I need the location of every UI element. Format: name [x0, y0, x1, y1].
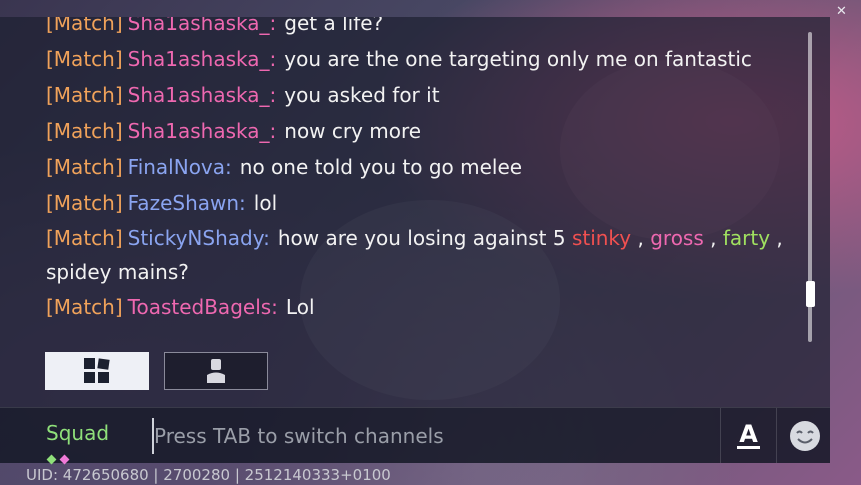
message-text: get a life?: [284, 17, 384, 35]
font-style-icon: A: [737, 420, 760, 449]
username-separator: :: [269, 17, 277, 35]
message-text: stinky: [571, 226, 632, 250]
chat-message: [Match] FazeShawn: lol: [46, 185, 786, 221]
username[interactable]: FinalNova: [128, 155, 225, 179]
username[interactable]: Sha1ashaska_: [128, 47, 270, 71]
username[interactable]: Sha1ashaska_: [128, 17, 270, 35]
username[interactable]: StickyNShady: [128, 226, 263, 250]
username-separator: :: [269, 47, 277, 71]
smiley-icon: [789, 420, 820, 451]
username[interactable]: ToastedBagels: [128, 295, 272, 319]
username[interactable]: FazeShawn: [128, 191, 239, 215]
channel-tag: [Match]: [46, 17, 123, 35]
channel-tag: [Match]: [46, 83, 123, 107]
username[interactable]: Sha1ashaska_: [128, 83, 270, 107]
message-text: lol: [253, 191, 278, 215]
message-text: no one told you to go melee: [239, 155, 523, 179]
username[interactable]: Sha1ashaska_: [128, 119, 270, 143]
corner-icon[interactable]: ✕: [836, 4, 847, 19]
message-text: you asked for it: [284, 83, 440, 107]
chat-message: [Match] Sha1ashaska_: get a life?: [46, 17, 786, 41]
tab-grid[interactable]: [45, 352, 149, 390]
channel-selector[interactable]: Squad: [46, 421, 109, 445]
message-text: ,: [703, 226, 723, 250]
message-text: you are the one targeting only me on fan…: [284, 47, 752, 71]
channel-tag: [Match]: [46, 295, 123, 319]
channel-tag: [Match]: [46, 155, 123, 179]
message-text: now cry more: [284, 119, 422, 143]
channel-tag: [Match]: [46, 226, 123, 250]
channel-indicator: [46, 448, 74, 467]
username-separator: :: [263, 226, 270, 250]
chat-message-input[interactable]: [152, 418, 716, 454]
emoji-button[interactable]: [776, 408, 832, 463]
username-separator: :: [239, 191, 246, 215]
message-text: ,: [631, 226, 651, 250]
chat-message: [Match] Sha1ashaska_: now cry more: [46, 113, 786, 149]
chat-panel: [Match] Sha1ashaska_: get a life? [Match] Sh…: [0, 17, 830, 407]
uid-readout: UID: 472650680 | 2700280 | 2512140333+01…: [26, 466, 391, 484]
message-text: how are you losing against 5: [277, 226, 572, 250]
username-separator: :: [269, 83, 277, 107]
chat-message: [Match] StickyNShady: how are you losing a…: [46, 221, 786, 289]
message-text: Lol: [285, 295, 315, 319]
message-text: gross: [650, 226, 704, 250]
username-separator: :: [269, 119, 277, 143]
message-list: [Match] Sha1ashaska_: get a life? [Match] Sh…: [46, 17, 786, 325]
chat-message: [Match] ToastedBagels: Lol: [46, 289, 786, 325]
channel-tag: [Match]: [46, 47, 123, 71]
person-icon: [207, 359, 225, 383]
username-separator: :: [225, 155, 232, 179]
chat-input-bar: Squad A: [0, 407, 832, 465]
username-separator: :: [271, 295, 278, 319]
font-style-button[interactable]: A: [720, 408, 776, 463]
squad-dot-icon: [46, 454, 57, 465]
message-text: farty: [722, 226, 771, 250]
tab-person[interactable]: [164, 352, 268, 390]
chat-message: [Match] Sha1ashaska_: you asked for it: [46, 77, 786, 113]
squad-dot-icon: [59, 454, 70, 465]
chat-message: [Match] Sha1ashaska_: you are the one targ…: [46, 41, 786, 77]
scrollbar-thumb[interactable]: [806, 281, 815, 307]
channel-tag: [Match]: [46, 119, 123, 143]
channel-tag: [Match]: [46, 191, 123, 215]
chat-message: [Match] FinalNova: no one told you to go m…: [46, 149, 786, 185]
grid-icon: [84, 358, 110, 383]
